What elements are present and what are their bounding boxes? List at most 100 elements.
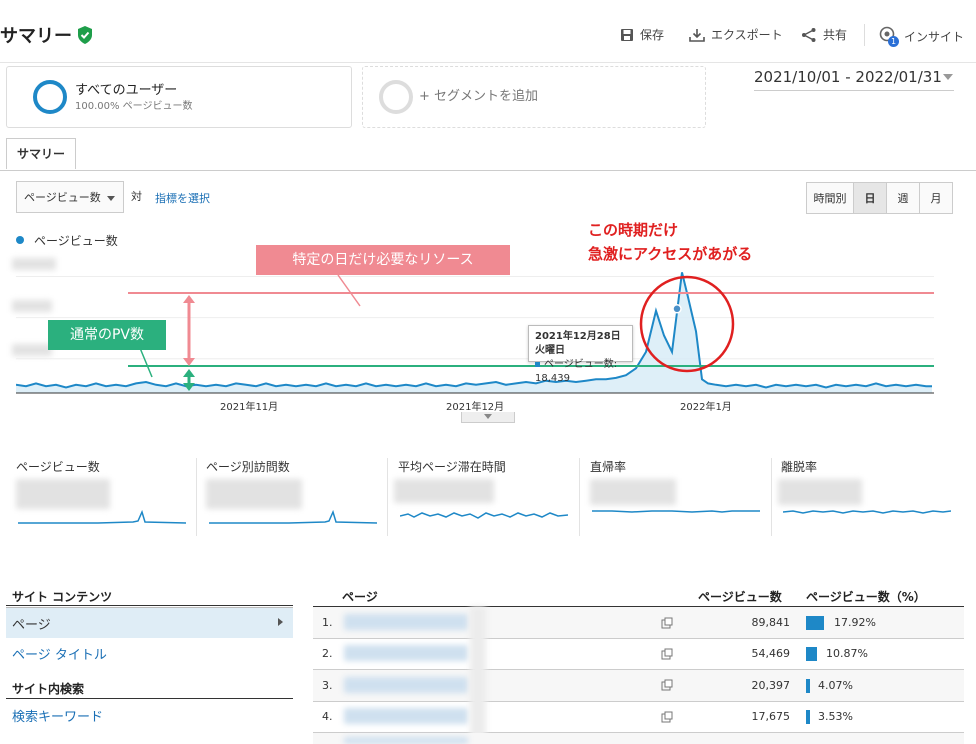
- peak-highlight-circle: [639, 275, 735, 373]
- chart-collapse-toggle[interactable]: [461, 412, 515, 423]
- share-bar: [806, 647, 817, 661]
- tab-summary[interactable]: サマリー: [6, 138, 76, 169]
- resource-callout-pointer: [337, 274, 361, 307]
- site-search-item-keyword[interactable]: 検索キーワード: [12, 706, 103, 725]
- arrow-up-icon: [183, 295, 195, 303]
- site-search-divider: [6, 698, 293, 699]
- segment-all-users[interactable]: すべてのユーザー 100.00% ページビュー数: [6, 66, 352, 128]
- sparkline-exit-rate: [783, 510, 951, 514]
- tooltip-date: 2021年12月28日火曜日: [535, 331, 621, 356]
- chevron-down-icon[interactable]: [943, 74, 953, 80]
- row-number: 1.: [322, 616, 333, 629]
- sparkline-avg-time: [400, 512, 568, 519]
- granularity-daily[interactable]: 日: [853, 182, 887, 214]
- site-content-heading: サイト コンテンツ: [12, 590, 113, 604]
- table-header-pageviews[interactable]: ページビュー数: [698, 588, 782, 605]
- share-bar: [806, 679, 811, 693]
- open-link-icon[interactable]: [661, 648, 673, 660]
- sparkline-bounce-rate: [592, 510, 760, 513]
- table-header-page: ページ: [342, 590, 378, 604]
- metric-label-avg-time: 平均ページ滞在時間: [398, 460, 506, 474]
- vs-label: 対: [131, 190, 142, 203]
- chart-tooltip: 2021年12月28日火曜日 ページビュー数: 18,439: [528, 325, 633, 384]
- date-range-picker[interactable]: 2021/10/01 - 2022/01/31: [754, 68, 954, 91]
- metric-label-exit-rate: 離脱率: [781, 460, 818, 474]
- row-percent: 10.87%: [826, 647, 868, 660]
- open-link-icon[interactable]: [661, 679, 673, 691]
- page-link-blurred[interactable]: [344, 708, 468, 724]
- metric-divider: [387, 458, 388, 536]
- open-link-icon[interactable]: [661, 711, 673, 723]
- metric-value-blurred: [590, 479, 676, 505]
- page-link-blurred[interactable]: [344, 614, 468, 630]
- verified-shield-icon: [78, 26, 92, 44]
- row-pageviews: 20,397: [751, 679, 791, 692]
- x-axis-label: 2021年12月: [446, 402, 505, 413]
- metric-value-blurred: [16, 479, 110, 509]
- normal-pv-callout: 通常のPV数: [48, 320, 166, 350]
- row-divider: [313, 669, 964, 670]
- page-link-blurred[interactable]: [344, 677, 468, 693]
- granularity-weekly[interactable]: 週: [886, 182, 920, 214]
- site-content-divider: [6, 605, 293, 606]
- metric-divider: [579, 458, 580, 536]
- metric-label-bounce-rate: 直帰率: [590, 460, 627, 474]
- export-button[interactable]: エクスポート: [689, 26, 783, 43]
- row-pageviews: 89,841: [751, 616, 791, 629]
- page-link-blurred[interactable]: [344, 645, 468, 661]
- sparkline-pageviews: [18, 509, 186, 524]
- open-link-icon[interactable]: [661, 617, 673, 629]
- row-number: 3.: [322, 679, 333, 692]
- row-divider: [313, 701, 964, 702]
- row-divider: [313, 638, 964, 639]
- site-content-item-page[interactable]: ページ: [6, 607, 293, 638]
- share-button[interactable]: 共有: [801, 26, 847, 43]
- granularity-monthly[interactable]: 月: [919, 182, 953, 214]
- peak-annotation: この時期だけ 急激にアクセスがあがる: [588, 218, 752, 266]
- x-axis-label: 2021年11月: [220, 402, 279, 413]
- save-button[interactable]: 保存: [620, 26, 664, 43]
- site-search-heading: サイト内検索: [12, 682, 85, 696]
- segment-ring-icon: [33, 80, 67, 114]
- arrow-down-icon: [183, 358, 195, 366]
- metric-divider: [196, 458, 197, 536]
- segment-ring-icon: [379, 80, 413, 114]
- segment-subtitle: 100.00% ページビュー数: [75, 101, 193, 112]
- metric-value-blurred: [394, 479, 494, 503]
- add-segment-label: + セグメントを追加: [419, 89, 539, 104]
- save-icon: [621, 28, 633, 41]
- chevron-down-icon: [107, 196, 115, 201]
- page-link-blurred[interactable]: [344, 737, 468, 744]
- tooltip-legend-swatch: [535, 361, 540, 367]
- metric-divider: [771, 458, 772, 536]
- site-content-item-page-title[interactable]: ページ タイトル: [12, 644, 107, 663]
- metric-select-value: ページビュー数: [24, 191, 101, 204]
- x-axis-label: 2022年1月: [680, 402, 732, 413]
- row-percent: 3.53%: [818, 710, 853, 723]
- insight-button[interactable]: 1 インサイト: [878, 26, 964, 47]
- save-label: 保存: [640, 28, 665, 42]
- insight-icon: 1: [878, 26, 899, 47]
- table-header-pageviews-pct[interactable]: ページビュー数（%）: [806, 588, 926, 605]
- row-pageviews: 17,675: [751, 710, 791, 723]
- choose-metric-link[interactable]: 指標を選択: [155, 190, 210, 206]
- share-icon: [802, 27, 816, 42]
- metric-select[interactable]: ページビュー数: [16, 181, 124, 213]
- toolbar-divider: [864, 24, 865, 46]
- granularity-hourly[interactable]: 時間別: [806, 182, 854, 214]
- peak-annotation-line2: 急激にアクセスがあがる: [588, 245, 753, 263]
- arrow-down-icon: [183, 383, 195, 391]
- metric-value-blurred: [778, 479, 862, 505]
- metric-label-pageviews: ページビュー数: [16, 460, 100, 474]
- export-label: エクスポート: [711, 28, 783, 42]
- metric-value-blurred: [206, 479, 302, 509]
- add-segment-button[interactable]: + セグメントを追加: [362, 66, 706, 128]
- download-icon: [689, 28, 705, 42]
- row-pageviews: 54,469: [751, 647, 791, 660]
- tooltip-value: ページビュー数: 18,439: [535, 359, 618, 384]
- page-column-blur: [470, 606, 486, 744]
- row-percent: 17.92%: [834, 616, 876, 629]
- metric-label-unique-pageviews: ページ別訪問数: [206, 460, 290, 474]
- tooltip-value-row: ページビュー数: 18,439: [535, 358, 626, 386]
- normal-callout-pointer: [139, 347, 153, 378]
